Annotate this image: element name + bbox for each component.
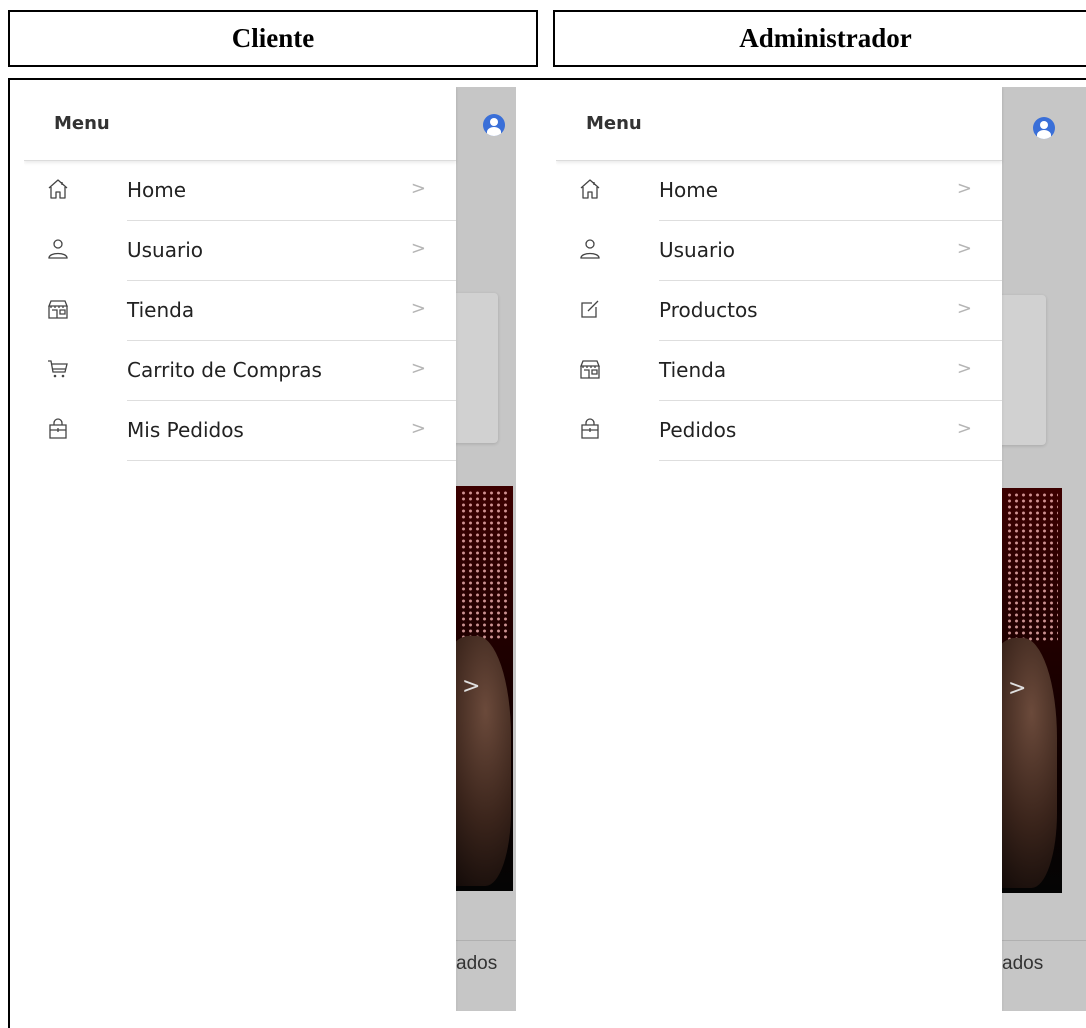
chevron-right-icon: > bbox=[956, 358, 972, 379]
account-icon[interactable] bbox=[483, 114, 505, 136]
menu-item-pedidos[interactable]: Pedidos > bbox=[556, 401, 1002, 461]
home-icon bbox=[580, 179, 600, 199]
background-text-fragment: ados bbox=[1002, 953, 1044, 974]
store-icon bbox=[48, 300, 68, 319]
carousel-next-icon[interactable]: > bbox=[462, 674, 480, 699]
home-icon bbox=[48, 179, 68, 199]
store-icon bbox=[580, 360, 600, 379]
background-card bbox=[449, 293, 498, 443]
menu-title: Menu bbox=[54, 113, 110, 134]
menu-item-label: Tienda bbox=[127, 298, 195, 322]
menu-item-label: Usuario bbox=[659, 238, 736, 262]
menu-item-productos[interactable]: Productos > bbox=[556, 281, 1002, 341]
account-icon[interactable] bbox=[1033, 117, 1055, 139]
menu-item-mis-pedidos[interactable]: Mis Pedidos > bbox=[24, 401, 456, 461]
chevron-right-icon: > bbox=[956, 298, 972, 319]
menu-item-carrito[interactable]: Carrito de Compras > bbox=[24, 341, 456, 401]
edit-icon bbox=[581, 300, 599, 318]
bag-icon bbox=[49, 418, 67, 439]
menu-item-home[interactable]: Home > bbox=[556, 161, 1002, 221]
administrador-header-title: Administrador bbox=[739, 23, 912, 53]
side-menu: Menu Home > Usuario > Productos > Tienda… bbox=[556, 87, 1002, 1011]
cliente-header-title: Cliente bbox=[231, 23, 315, 53]
chevron-right-icon: > bbox=[410, 298, 426, 319]
chevron-right-icon: > bbox=[410, 358, 426, 379]
menu-item-label: Tienda bbox=[659, 358, 727, 382]
menu-item-home[interactable]: Home > bbox=[24, 161, 456, 221]
banner-image: > bbox=[1002, 488, 1062, 893]
chevron-right-icon: > bbox=[410, 418, 426, 439]
cart-icon bbox=[48, 360, 68, 378]
menu-item-label: Carrito de Compras bbox=[127, 358, 322, 382]
banner-image: > bbox=[456, 486, 513, 891]
chevron-right-icon: > bbox=[956, 178, 972, 199]
menu-item-tienda[interactable]: Tienda > bbox=[24, 281, 456, 341]
chevron-right-icon: > bbox=[956, 418, 972, 439]
menu-item-label: Productos bbox=[659, 298, 758, 322]
background-text-fragment: ados bbox=[456, 953, 498, 974]
menu-item-usuario[interactable]: Usuario > bbox=[24, 221, 456, 281]
menu-item-usuario[interactable]: Usuario > bbox=[556, 221, 1002, 281]
menu-item-label: Pedidos bbox=[659, 418, 737, 442]
administrador-screen: > ados Menu Home > Usuario > Productos >… bbox=[556, 87, 1086, 1011]
menu-item-label: Mis Pedidos bbox=[127, 418, 244, 442]
chevron-right-icon: > bbox=[410, 178, 426, 199]
menu-header: Menu bbox=[556, 87, 1002, 161]
user-icon bbox=[48, 239, 68, 259]
cliente-screen: > ados Menu Home > Usuario > Tienda > Ca… bbox=[24, 87, 516, 1011]
menu-item-label: Home bbox=[659, 178, 719, 202]
menu-item-label: Home bbox=[127, 178, 187, 202]
side-menu: Menu Home > Usuario > Tienda > Carrito d… bbox=[24, 87, 456, 1011]
administrador-header: Administrador bbox=[553, 10, 1086, 67]
menu-item-tienda[interactable]: Tienda > bbox=[556, 341, 1002, 401]
menu-title: Menu bbox=[586, 113, 642, 134]
menu-header: Menu bbox=[24, 87, 456, 161]
chevron-right-icon: > bbox=[956, 238, 972, 259]
bag-icon bbox=[581, 418, 599, 439]
menu-item-label: Usuario bbox=[127, 238, 204, 262]
carousel-next-icon[interactable]: > bbox=[1008, 676, 1026, 701]
cliente-header: Cliente bbox=[8, 10, 538, 67]
chevron-right-icon: > bbox=[410, 238, 426, 259]
user-icon bbox=[580, 239, 600, 259]
